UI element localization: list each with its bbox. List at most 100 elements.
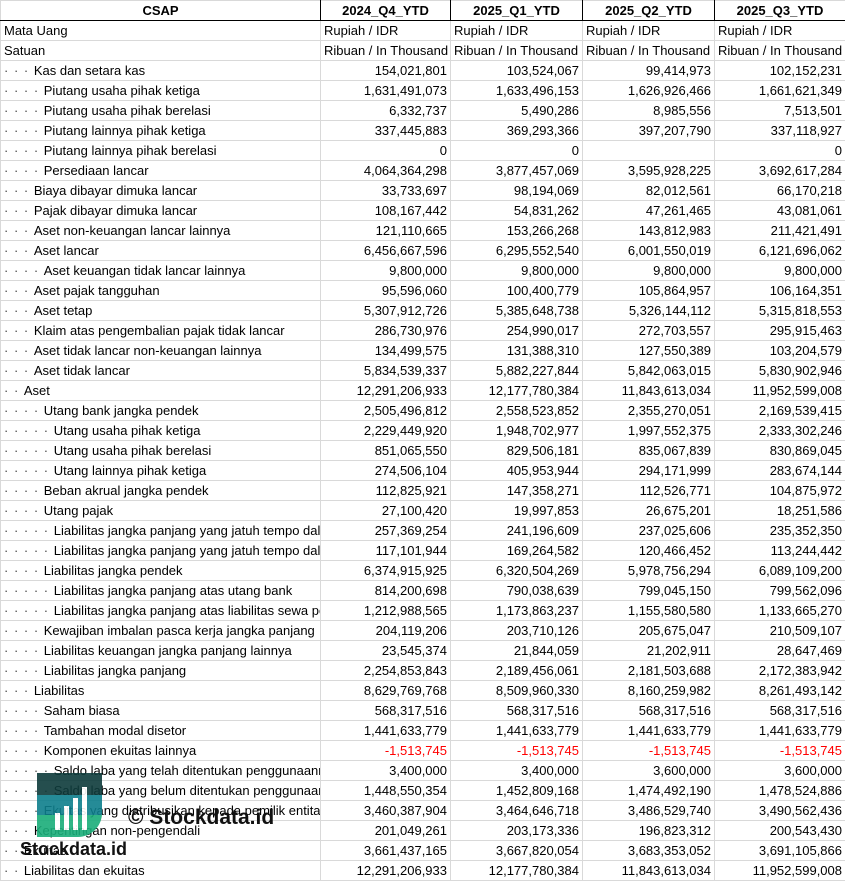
value-cell[interactable]: 5,307,912,726: [320, 300, 451, 321]
value-cell[interactable]: 3,595,928,225: [582, 160, 715, 181]
value-cell[interactable]: -1,513,745: [714, 740, 845, 761]
value-cell[interactable]: 108,167,442: [320, 200, 451, 221]
value-cell[interactable]: 2,181,503,688: [582, 660, 715, 681]
row-label-cell[interactable]: · · Liabilitas dan ekuitas: [0, 860, 321, 881]
header-col-2025-q3[interactable]: 2025_Q3_YTD: [714, 0, 845, 21]
value-cell[interactable]: 1,441,633,779: [714, 720, 845, 741]
value-cell[interactable]: 8,261,493,142: [714, 680, 845, 701]
value-cell[interactable]: 147,358,271: [450, 480, 583, 501]
value-cell[interactable]: 568,317,516: [714, 700, 845, 721]
value-cell[interactable]: 153,266,268: [450, 220, 583, 241]
value-cell[interactable]: 3,600,000: [714, 760, 845, 781]
value-cell[interactable]: 3,400,000: [450, 760, 583, 781]
value-cell[interactable]: 127,550,389: [582, 340, 715, 361]
value-cell[interactable]: 154,021,801: [320, 60, 451, 81]
value-cell[interactable]: 1,474,492,190: [582, 780, 715, 801]
meta-cell[interactable]: Ribuan / In Thousand: [320, 40, 451, 61]
value-cell[interactable]: 11,952,599,008: [714, 380, 845, 401]
row-label-cell[interactable]: · · · · Utang pajak: [0, 500, 321, 521]
value-cell[interactable]: 11,843,613,034: [582, 380, 715, 401]
row-label-cell[interactable]: · · · Kepentingan non-pengendali: [0, 820, 321, 841]
row-label-cell[interactable]: · · · · Piutang usaha pihak berelasi: [0, 100, 321, 121]
value-cell[interactable]: 799,045,150: [582, 580, 715, 601]
value-cell[interactable]: 27,100,420: [320, 500, 451, 521]
row-label-cell[interactable]: · · · · Kewajiban imbalan pasca kerja ja…: [0, 620, 321, 641]
value-cell[interactable]: 5,326,144,112: [582, 300, 715, 321]
value-cell[interactable]: 26,675,201: [582, 500, 715, 521]
meta-cell[interactable]: Rupiah / IDR: [320, 20, 451, 41]
meta-cell[interactable]: Ribuan / In Thousand: [582, 40, 715, 61]
value-cell[interactable]: 1,997,552,375: [582, 420, 715, 441]
value-cell[interactable]: 9,800,000: [450, 260, 583, 281]
value-cell[interactable]: 237,025,606: [582, 520, 715, 541]
row-label-cell[interactable]: · · · · · Liabilitas jangka panjang atas…: [0, 580, 321, 601]
row-label-cell[interactable]: · · · Aset pajak tangguhan: [0, 280, 321, 301]
value-cell[interactable]: 0: [450, 140, 583, 161]
row-label-cell[interactable]: · · · · Piutang lainnya pihak berelasi: [0, 140, 321, 161]
meta-cell[interactable]: Rupiah / IDR: [582, 20, 715, 41]
value-cell[interactable]: 3,486,529,740: [582, 800, 715, 821]
value-cell[interactable]: 814,200,698: [320, 580, 451, 601]
meta-cell[interactable]: Ribuan / In Thousand: [450, 40, 583, 61]
value-cell[interactable]: 3,692,617,284: [714, 160, 845, 181]
value-cell[interactable]: 568,317,516: [582, 700, 715, 721]
value-cell[interactable]: 103,204,579: [714, 340, 845, 361]
row-label-cell[interactable]: · · · · Utang bank jangka pendek: [0, 400, 321, 421]
value-cell[interactable]: 1,212,988,565: [320, 600, 451, 621]
value-cell[interactable]: 337,445,883: [320, 120, 451, 141]
row-label-cell[interactable]: · · · · Piutang usaha pihak ketiga: [0, 80, 321, 101]
value-cell[interactable]: 2,229,449,920: [320, 420, 451, 441]
value-cell[interactable]: 82,012,561: [582, 180, 715, 201]
value-cell[interactable]: -1,513,745: [320, 740, 451, 761]
value-cell[interactable]: 369,293,366: [450, 120, 583, 141]
value-cell[interactable]: 241,196,609: [450, 520, 583, 541]
value-cell[interactable]: 98,194,069: [450, 180, 583, 201]
row-label-cell[interactable]: · · · · Saham biasa: [0, 700, 321, 721]
value-cell[interactable]: 0: [714, 140, 845, 161]
value-cell[interactable]: 121,110,665: [320, 220, 451, 241]
value-cell[interactable]: 0: [320, 140, 451, 161]
row-label-cell[interactable]: · · · · Persediaan lancar: [0, 160, 321, 181]
value-cell[interactable]: 6,374,915,925: [320, 560, 451, 581]
value-cell[interactable]: -1,513,745: [450, 740, 583, 761]
value-cell[interactable]: 18,251,586: [714, 500, 845, 521]
row-label-cell[interactable]: · · · Klaim atas pengembalian pajak tida…: [0, 320, 321, 341]
value-cell[interactable]: 2,172,383,942: [714, 660, 845, 681]
value-cell[interactable]: 254,990,017: [450, 320, 583, 341]
value-cell[interactable]: [582, 140, 715, 161]
value-cell[interactable]: 5,315,818,553: [714, 300, 845, 321]
value-cell[interactable]: 272,703,557: [582, 320, 715, 341]
value-cell[interactable]: 95,596,060: [320, 280, 451, 301]
value-cell[interactable]: 1,448,550,354: [320, 780, 451, 801]
value-cell[interactable]: 286,730,976: [320, 320, 451, 341]
row-label-cell[interactable]: · · · Biaya dibayar dimuka lancar: [0, 180, 321, 201]
value-cell[interactable]: 1,626,926,466: [582, 80, 715, 101]
value-cell[interactable]: 196,823,312: [582, 820, 715, 841]
value-cell[interactable]: 3,661,437,165: [320, 840, 451, 861]
row-label-cell[interactable]: · · · · Liabilitas keuangan jangka panja…: [0, 640, 321, 661]
value-cell[interactable]: 257,369,254: [320, 520, 451, 541]
value-cell[interactable]: 117,101,944: [320, 540, 451, 561]
value-cell[interactable]: 2,505,496,812: [320, 400, 451, 421]
value-cell[interactable]: 3,400,000: [320, 760, 451, 781]
value-cell[interactable]: 99,414,973: [582, 60, 715, 81]
row-label-cell[interactable]: · · · Aset tetap: [0, 300, 321, 321]
value-cell[interactable]: 1,661,621,349: [714, 80, 845, 101]
value-cell[interactable]: 169,264,582: [450, 540, 583, 561]
value-cell[interactable]: 19,997,853: [450, 500, 583, 521]
value-cell[interactable]: 113,244,442: [714, 540, 845, 561]
row-label-cell[interactable]: · · Aset: [0, 380, 321, 401]
value-cell[interactable]: 205,675,047: [582, 620, 715, 641]
value-cell[interactable]: 1,441,633,779: [582, 720, 715, 741]
value-cell[interactable]: 5,978,756,294: [582, 560, 715, 581]
value-cell[interactable]: 2,355,270,051: [582, 400, 715, 421]
row-label-cell[interactable]: · · · · · Utang usaha pihak berelasi: [0, 440, 321, 461]
value-cell[interactable]: 43,081,061: [714, 200, 845, 221]
value-cell[interactable]: 1,133,665,270: [714, 600, 845, 621]
meta-cell[interactable]: Rupiah / IDR: [714, 20, 845, 41]
value-cell[interactable]: 204,119,206: [320, 620, 451, 641]
value-cell[interactable]: 2,333,302,246: [714, 420, 845, 441]
row-label-cell[interactable]: · · · · Ekuitas yang diatribusikan kepad…: [0, 800, 321, 821]
header-col-2025-q1[interactable]: 2025_Q1_YTD: [450, 0, 583, 21]
value-cell[interactable]: 829,506,181: [450, 440, 583, 461]
